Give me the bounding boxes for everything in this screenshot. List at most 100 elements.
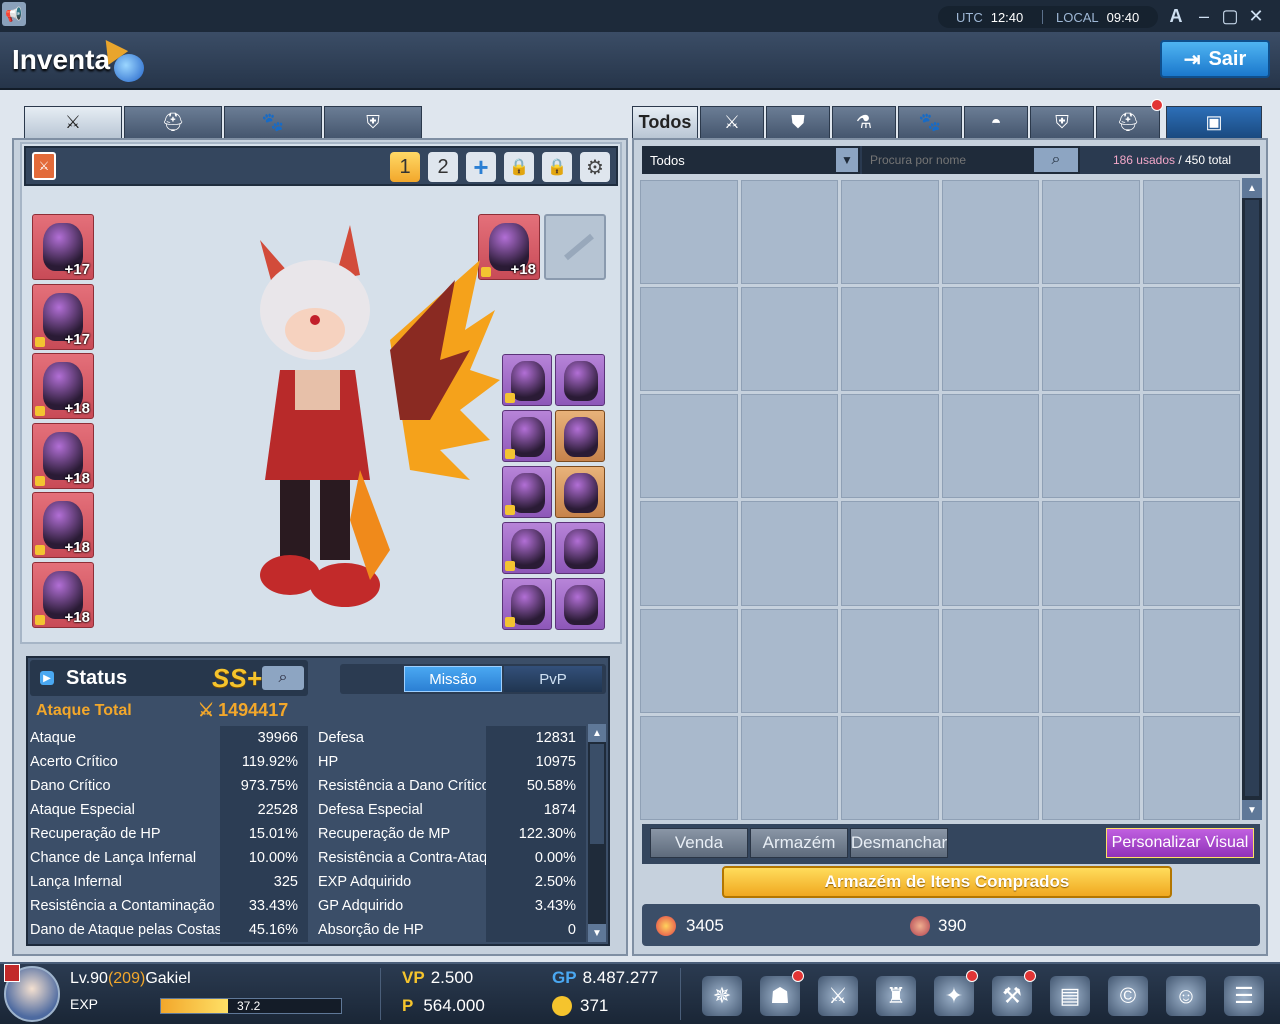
tab-armor[interactable]: ⛊ (766, 106, 830, 138)
tab-costumes[interactable]: ⛑ (1096, 99, 1163, 138)
settings-gear-icon[interactable]: ⚙ (580, 152, 610, 182)
stat-scrollbar[interactable]: ▲ ▼ (588, 724, 606, 942)
scroll-down-icon[interactable]: ▼ (588, 924, 606, 942)
tab-weapon[interactable]: ⚔ (24, 106, 122, 138)
loadout-set-1-button[interactable]: 1 (390, 152, 420, 182)
sell-button[interactable]: Venda (650, 828, 748, 858)
inventory-slot[interactable] (1042, 608, 1140, 713)
chevron-down-icon[interactable]: ▼ (836, 148, 858, 172)
inventory-slot[interactable] (640, 715, 738, 820)
font-size-button[interactable]: A (1164, 4, 1188, 28)
tab-bags[interactable]: ◓ (964, 106, 1028, 138)
class-emblem-icon[interactable]: ⚔ (32, 152, 56, 180)
inventory-slot[interactable] (740, 501, 838, 606)
empty-weapon-slot[interactable] (544, 214, 606, 280)
inventory-slot[interactable] (640, 287, 738, 392)
inventory-scrollbar[interactable]: ▲ ▼ (1242, 178, 1262, 820)
inventory-slot[interactable] (1142, 501, 1240, 606)
accessory-slot[interactable] (555, 522, 605, 574)
accessory-slot[interactable] (502, 410, 552, 462)
accessory-slot[interactable] (502, 466, 552, 518)
category-dropdown[interactable]: Todos ▼ (642, 146, 860, 174)
accessory-slot[interactable] (502, 578, 552, 630)
inventory-slot[interactable] (841, 501, 939, 606)
inventory-slot[interactable] (740, 180, 838, 285)
robot-icon[interactable]: ☗ (760, 970, 804, 1016)
add-loadout-button[interactable]: + (466, 152, 496, 182)
inventory-slot[interactable] (1142, 715, 1240, 820)
castle-icon[interactable]: ♜ (876, 976, 916, 1016)
search-icon[interactable]: ⌕ (1034, 148, 1078, 172)
tab-all[interactable]: Todos (632, 106, 698, 138)
accessory-slot[interactable] (555, 410, 605, 462)
stat-detail-search-icon[interactable]: ⌕ (262, 666, 304, 690)
inventory-slot[interactable] (1142, 608, 1240, 713)
tab-storage[interactable]: ▣ (1166, 106, 1262, 138)
minimize-icon[interactable]: ‒ (1192, 4, 1216, 28)
equip-slot[interactable]: +18 (32, 492, 94, 559)
storage-button[interactable]: Armazém (750, 828, 848, 858)
equip-slot[interactable]: +18 (32, 422, 94, 489)
scroll-up-icon[interactable]: ▲ (1242, 178, 1262, 198)
swords-icon[interactable]: ⚔ (818, 976, 858, 1016)
inventory-slot[interactable] (841, 608, 939, 713)
equip-slot[interactable]: +18 (32, 562, 94, 628)
inventory-slot[interactable] (1042, 287, 1140, 392)
tab-mission[interactable]: Missão (404, 666, 502, 692)
equip-slot[interactable]: +17 (32, 214, 94, 280)
inventory-slot[interactable] (1142, 287, 1240, 392)
loadout-set-2-button[interactable]: 2 (428, 152, 458, 182)
inventory-slot[interactable] (640, 180, 738, 285)
tab-potions[interactable]: ⚗ (832, 106, 896, 138)
lock-icon[interactable]: 🔒 (542, 152, 572, 182)
search-input[interactable] (868, 150, 1028, 170)
compass-icon[interactable]: ✵ (702, 976, 742, 1016)
tab-pets[interactable]: 🐾 (898, 106, 962, 138)
exit-button[interactable]: ⇥ Sair (1160, 40, 1270, 78)
inventory-slot[interactable] (640, 394, 738, 499)
expand-arrow-icon[interactable]: ▶ (40, 671, 54, 685)
accessory-slot[interactable] (555, 578, 605, 630)
tab-shields[interactable]: ⛨ (1030, 106, 1094, 138)
inventory-slot[interactable] (941, 501, 1039, 606)
inventory-slot[interactable] (1042, 394, 1140, 499)
gift-icon[interactable]: ✦ (934, 970, 978, 1016)
tab-weapons[interactable]: ⚔ (700, 106, 764, 138)
inventory-slot[interactable] (740, 608, 838, 713)
inventory-slot[interactable] (640, 501, 738, 606)
angel-icon[interactable]: ☺ (1166, 976, 1206, 1016)
search-field[interactable]: ⌕ (862, 146, 1080, 174)
inventory-slot[interactable] (841, 180, 939, 285)
accessory-slot[interactable] (555, 466, 605, 518)
inventory-slot[interactable] (1042, 180, 1140, 285)
inventory-slot[interactable] (841, 394, 939, 499)
inventory-slot[interactable] (1142, 180, 1240, 285)
dismantle-button[interactable]: Desmanchar (850, 828, 948, 858)
inventory-slot[interactable] (740, 287, 838, 392)
inventory-slot[interactable] (941, 180, 1039, 285)
scroll-up-icon[interactable]: ▲ (588, 724, 606, 742)
purchased-items-storage-button[interactable]: Armazém de Itens Comprados (722, 866, 1172, 898)
inventory-slot[interactable] (1142, 394, 1240, 499)
scroll-thumb[interactable] (1245, 200, 1259, 796)
tab-defense[interactable]: ⛨ (324, 106, 422, 138)
close-icon[interactable]: ✕ (1244, 4, 1268, 28)
tab-pvp[interactable]: PvP (504, 666, 602, 692)
equip-slot[interactable]: +17 (32, 283, 94, 350)
inventory-slot[interactable] (841, 287, 939, 392)
inventory-slot[interactable] (941, 287, 1039, 392)
inventory-slot[interactable] (1042, 501, 1140, 606)
tab-costume[interactable]: ⛑ (124, 106, 222, 138)
customize-visual-button[interactable]: Personalizar Visual (1106, 828, 1254, 858)
c-shield-icon[interactable]: © (1108, 976, 1148, 1016)
inventory-slot[interactable] (941, 608, 1039, 713)
inventory-slot[interactable] (841, 715, 939, 820)
tab-pet[interactable]: 🐾 (224, 106, 322, 138)
inventory-slot[interactable] (941, 394, 1039, 499)
lock-icon[interactable]: 🔒 (504, 152, 534, 182)
menu-icon[interactable]: ☰ (1224, 976, 1264, 1016)
equip-slot[interactable]: +18 (32, 353, 94, 420)
inventory-slot[interactable] (740, 394, 838, 499)
accessory-slot[interactable] (555, 354, 605, 406)
accessory-slot[interactable] (502, 354, 552, 406)
